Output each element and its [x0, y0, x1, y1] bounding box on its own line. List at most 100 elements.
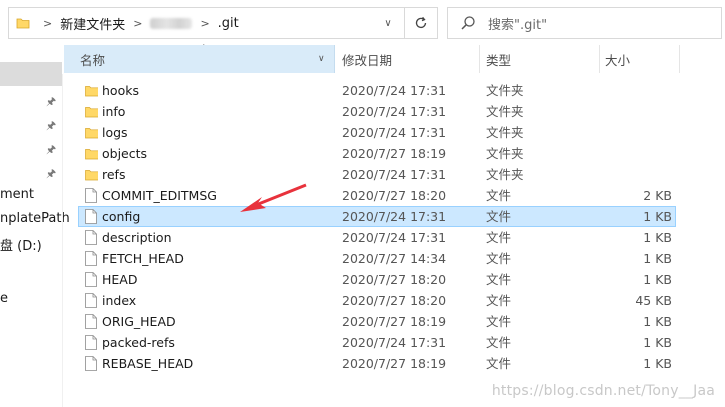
file-date: 2020/7/27 18:19: [342, 146, 447, 161]
file-type: 文件: [486, 209, 512, 224]
file-name: HEAD: [102, 272, 138, 287]
file-row[interactable]: info 2020/7/24 17:31 文件夹: [78, 101, 676, 122]
file-type: 文件: [486, 272, 512, 287]
pin-icon[interactable]: 🖈: [46, 141, 56, 156]
file-size: 1 KB: [643, 209, 672, 224]
file-row[interactable]: logs 2020/7/24 17:31 文件夹: [78, 122, 676, 143]
file-row[interactable]: config 2020/7/24 17:31 文件 1 KB: [78, 206, 676, 227]
file-icon: [85, 293, 97, 308]
file-type: 文件夹: [486, 125, 524, 140]
column-header-date[interactable]: 修改日期: [335, 45, 480, 73]
file-icon: [85, 356, 97, 371]
file-icon: [85, 272, 97, 287]
file-icon: [85, 251, 97, 266]
folder-icon: [16, 18, 30, 29]
file-date: 2020/7/24 17:31: [342, 335, 447, 350]
file-type: 文件: [486, 188, 512, 203]
file-icon: [85, 335, 97, 350]
search-input[interactable]: 搜索".git": [447, 7, 722, 39]
folder-icon: [85, 107, 98, 118]
file-row[interactable]: FETCH_HEAD 2020/7/27 14:34 文件 1 KB: [78, 248, 676, 269]
file-type: 文件: [486, 293, 512, 308]
file-type: 文件: [486, 356, 512, 371]
file-icon: [85, 209, 97, 224]
nav-item[interactable]: ment: [0, 187, 34, 202]
file-row[interactable]: hooks 2020/7/24 17:31 文件夹: [78, 80, 676, 101]
address-bar[interactable]: > 新建文件夹 > > .git ∨: [8, 7, 405, 39]
file-name: description: [102, 230, 172, 245]
file-row[interactable]: description 2020/7/24 17:31 文件 1 KB: [78, 227, 676, 248]
search-icon: [461, 16, 475, 30]
pin-icon[interactable]: 🖈: [46, 117, 56, 132]
file-date: 2020/7/27 18:19: [342, 314, 447, 329]
file-date: 2020/7/24 17:31: [342, 209, 447, 224]
chevron-down-icon[interactable]: ∨: [381, 16, 395, 30]
breadcrumb: > 新建文件夹 > > .git: [35, 8, 239, 38]
file-date: 2020/7/24 17:31: [342, 125, 447, 140]
file-type: 文件夹: [486, 83, 524, 98]
file-size: 1 KB: [643, 356, 672, 371]
file-date: 2020/7/27 18:20: [342, 188, 447, 203]
file-row[interactable]: REBASE_HEAD 2020/7/27 18:19 文件 1 KB: [78, 353, 676, 374]
file-size: 1 KB: [643, 314, 672, 329]
file-icon: [85, 230, 97, 245]
file-row[interactable]: index 2020/7/27 18:20 文件 45 KB: [78, 290, 676, 311]
chevron-down-icon[interactable]: ∨: [318, 54, 325, 64]
file-date: 2020/7/27 18:19: [342, 356, 447, 371]
file-name: config: [102, 209, 141, 224]
refresh-button[interactable]: [405, 7, 438, 39]
file-date: 2020/7/27 18:20: [342, 293, 447, 308]
file-date: 2020/7/24 17:31: [342, 230, 447, 245]
file-name: ORIG_HEAD: [102, 314, 176, 329]
file-size: 1 KB: [643, 230, 672, 245]
file-name: COMMIT_EDITMSG: [102, 188, 217, 203]
file-date: 2020/7/24 17:31: [342, 83, 447, 98]
file-type: 文件: [486, 314, 512, 329]
file-name: packed-refs: [102, 335, 175, 350]
pane-divider: [62, 74, 63, 407]
nav-item[interactable]: nplatePath: [0, 211, 70, 226]
file-date: 2020/7/27 14:34: [342, 251, 447, 266]
nav-item[interactable]: e: [0, 291, 8, 306]
file-size: 1 KB: [643, 335, 672, 350]
file-row[interactable]: ORIG_HEAD 2020/7/27 18:19 文件 1 KB: [78, 311, 676, 332]
file-row[interactable]: objects 2020/7/27 18:19 文件夹: [78, 143, 676, 164]
red-arrow-annotation: [240, 183, 307, 212]
nav-item-selected[interactable]: [0, 62, 62, 86]
column-header-name[interactable]: 名称: [64, 45, 335, 73]
file-icon: [85, 188, 97, 203]
search-placeholder: 搜索".git": [488, 17, 548, 33]
file-date: 2020/7/24 17:31: [342, 167, 447, 182]
file-row[interactable]: refs 2020/7/24 17:31 文件夹: [78, 164, 676, 185]
file-date: 2020/7/27 18:20: [342, 272, 447, 287]
breadcrumb-separator: >: [43, 16, 53, 30]
file-row[interactable]: COMMIT_EDITMSG 2020/7/27 18:20 文件 2 KB: [78, 185, 676, 206]
file-size: 2 KB: [643, 188, 672, 203]
file-row[interactable]: HEAD 2020/7/27 18:20 文件 1 KB: [78, 269, 676, 290]
breadcrumb-separator: >: [133, 16, 143, 30]
refresh-icon: [415, 16, 427, 29]
nav-item-drive[interactable]: 盘 (D:): [0, 235, 42, 254]
file-name: objects: [102, 146, 148, 161]
folder-icon: [85, 86, 98, 97]
file-date: 2020/7/24 17:31: [342, 104, 447, 119]
folder-icon: [85, 149, 98, 160]
breadcrumb-item[interactable]: 新建文件夹: [60, 14, 125, 33]
file-name: refs: [102, 167, 126, 182]
folder-icon: [85, 128, 98, 139]
column-header-type[interactable]: 类型: [480, 45, 600, 73]
file-type: 文件: [486, 335, 512, 350]
breadcrumb-separator: >: [200, 16, 210, 30]
column-header-size[interactable]: 大小: [600, 45, 680, 73]
file-row[interactable]: packed-refs 2020/7/24 17:31 文件 1 KB: [78, 332, 676, 353]
pin-icon[interactable]: 🖈: [46, 93, 56, 108]
file-name: hooks: [102, 83, 139, 98]
breadcrumb-item-blurred[interactable]: [150, 17, 193, 29]
pin-icon[interactable]: 🖈: [46, 165, 56, 180]
watermark: https://blog.csdn.net/Tony__Jaa: [491, 383, 715, 399]
file-name: FETCH_HEAD: [102, 251, 184, 266]
file-size: 45 KB: [635, 293, 672, 308]
file-size: 1 KB: [643, 251, 672, 266]
file-size: 1 KB: [643, 272, 672, 287]
breadcrumb-item[interactable]: .git: [218, 16, 239, 31]
